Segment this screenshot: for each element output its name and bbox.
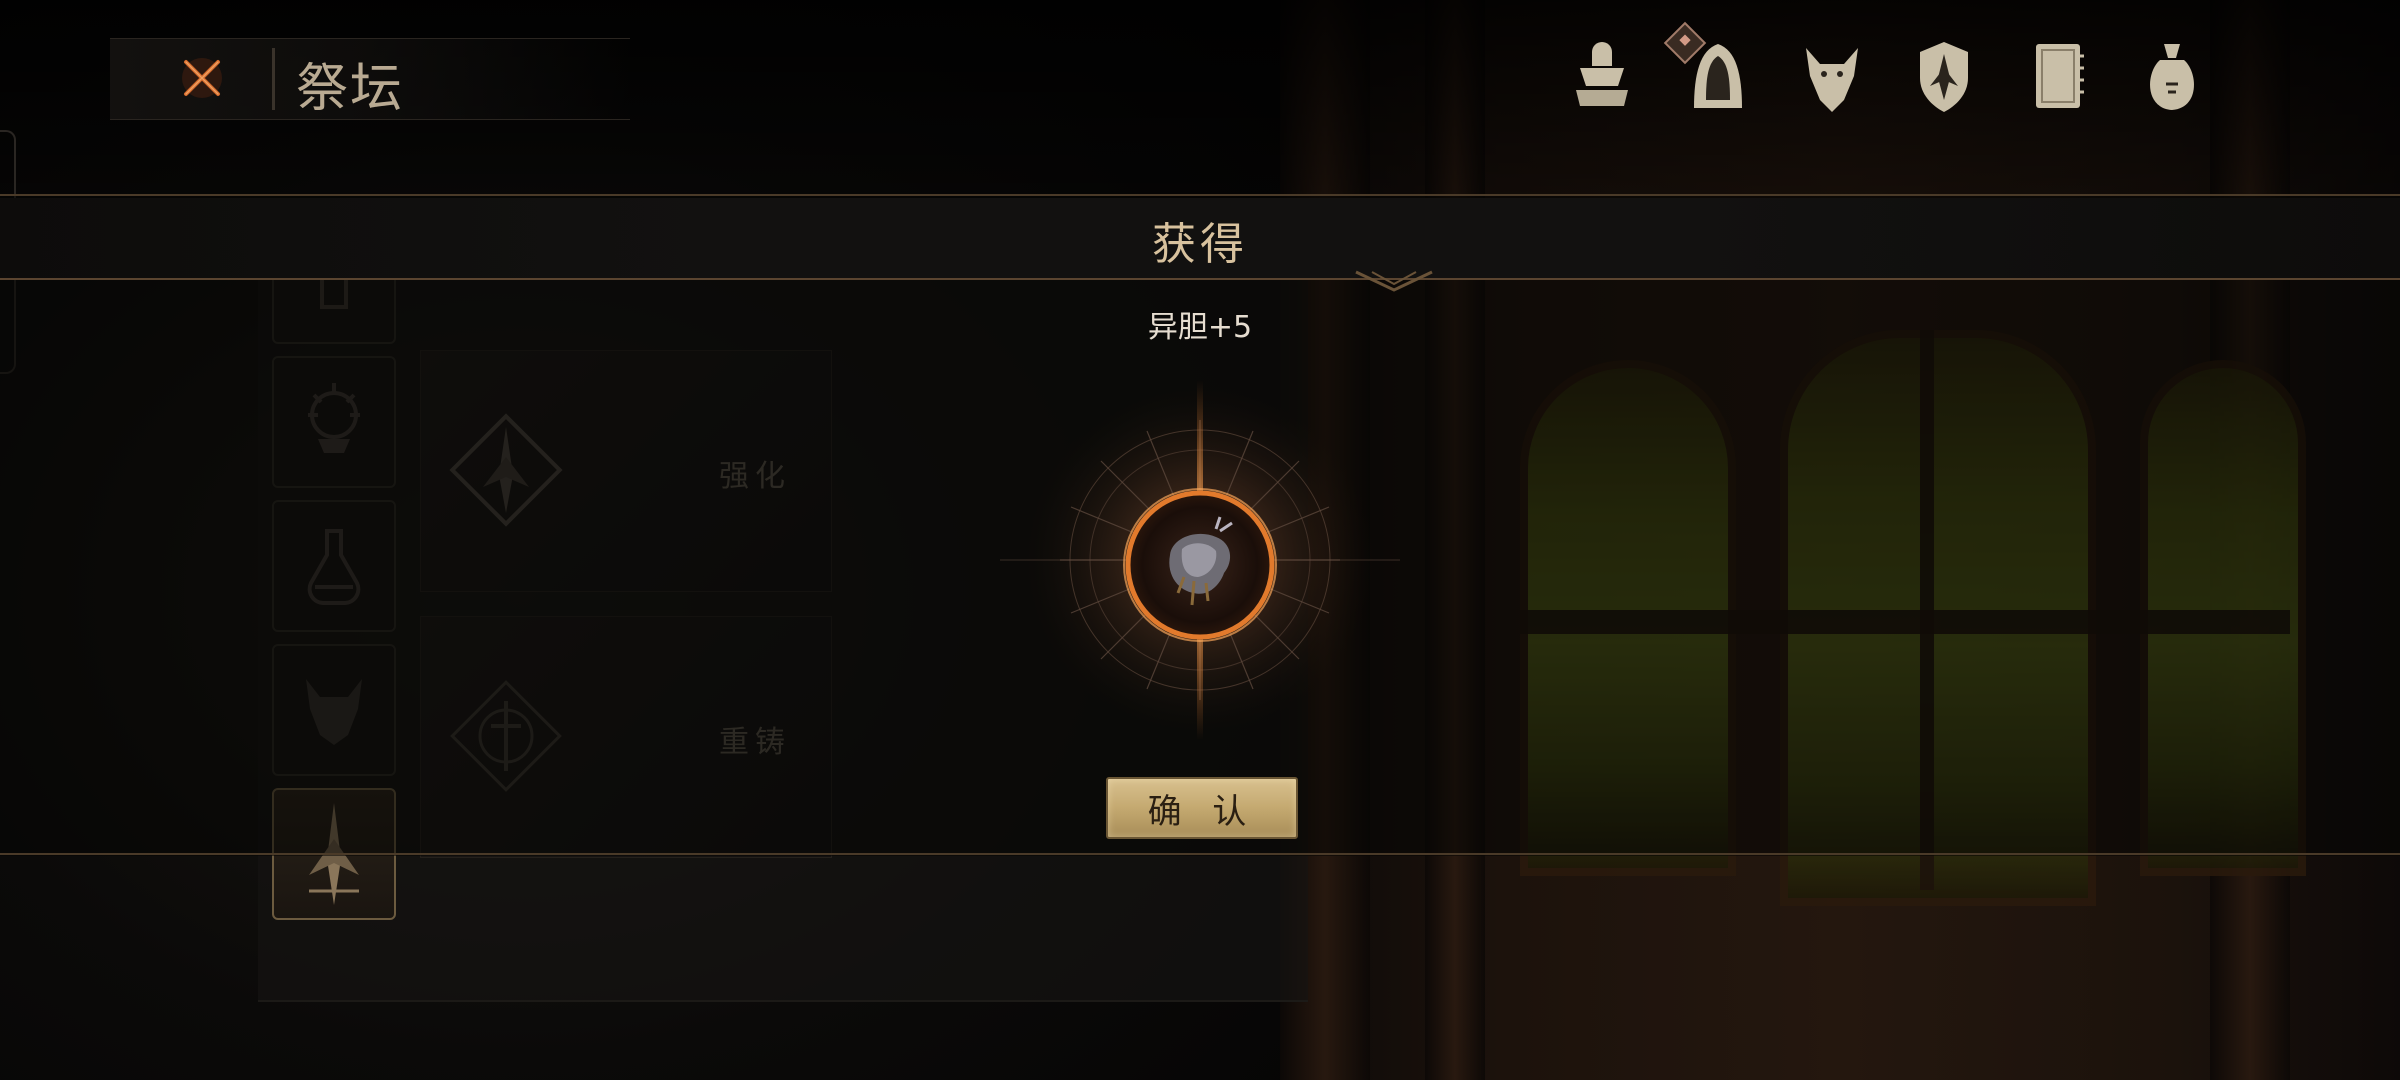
coin-bag-icon — [2150, 44, 2194, 110]
nav-hooded-figure-button[interactable] — [1686, 38, 1750, 114]
nav-shield-button[interactable] — [1912, 38, 1976, 114]
page-title: 祭坛 — [296, 59, 405, 119]
journal-book-icon — [2036, 44, 2084, 108]
modal-title: 获得 — [1152, 219, 1248, 270]
nav-coin-bag-button[interactable] — [2140, 38, 2204, 114]
beast-head-icon — [1806, 48, 1858, 112]
game-screen: 强化 重铸 祭坛 — [0, 0, 2400, 1080]
nav-journal-button[interactable] — [2026, 38, 2090, 114]
strange-gall-icon — [1123, 488, 1277, 642]
nav-shrine-button[interactable] — [1570, 38, 1634, 114]
shrine-icon — [1576, 42, 1628, 106]
reward-text: 异胆+5 — [1147, 310, 1253, 345]
confirm-button[interactable]: 确 认 — [1106, 777, 1298, 839]
ornament-icon — [1355, 270, 1433, 292]
close-button[interactable] — [176, 52, 228, 104]
hooded-figure-icon — [1694, 44, 1742, 108]
reward-item-slot — [1120, 485, 1280, 645]
nav-beast-button[interactable] — [1800, 38, 1864, 114]
shield-emblem-icon — [1920, 42, 1968, 112]
crossed-swords-close-icon — [182, 58, 222, 98]
